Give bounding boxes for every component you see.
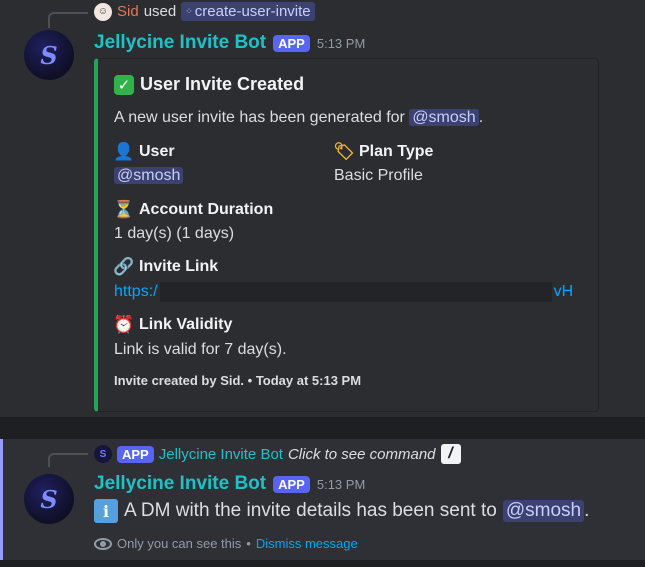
invite-embed: ✓ User Invite Created A new user invite … <box>94 58 599 412</box>
embed-title-text: User Invite Created <box>140 74 305 94</box>
embed-description: A new user invite has been generated for… <box>114 109 483 127</box>
redacted-link-block <box>159 282 552 302</box>
bot-username[interactable]: Jellycine Invite Bot <box>94 32 266 54</box>
embed-title: ✓ User Invite Created <box>114 74 304 95</box>
message-body: i A DM with the invite details has been … <box>94 499 589 523</box>
command-grid-icon: ⁘ <box>185 6 192 16</box>
click-to-see-command[interactable]: Click to see command <box>288 446 436 463</box>
bottom-divider <box>0 560 645 567</box>
invite-link[interactable]: https:/ vH <box>114 282 573 302</box>
only-you-text: Only you can see this <box>117 536 242 551</box>
slash-command-name: create-user-invite <box>194 3 311 20</box>
link-icon: 🔗 <box>113 257 135 276</box>
app-badge: APP <box>273 475 310 493</box>
reply-connector <box>48 453 88 467</box>
dismiss-message-link[interactable]: Dismiss message <box>256 536 358 551</box>
check-mark-icon: ✓ <box>114 74 134 95</box>
ephemeral-note: Only you can see this • Dismiss message <box>94 536 358 551</box>
field-plan-type-value: Basic Profile <box>334 167 423 184</box>
ephemeral-accent-bar <box>0 439 3 560</box>
app-badge-reply: APP <box>117 445 154 463</box>
note-separator: • <box>246 536 251 551</box>
field-link-validity-name: ⏰ Link Validity <box>113 315 233 335</box>
field-plan-type-name: 🏷 Plan Type <box>333 142 434 162</box>
field-link-validity-label: Link Validity <box>139 316 233 333</box>
reply-used-text: used <box>143 3 177 20</box>
field-account-duration-name: ⏳ Account Duration <box>113 200 274 220</box>
invite-link-start[interactable]: https:/ <box>114 283 158 300</box>
slash-command-icon: / <box>440 444 461 464</box>
message-header: Jellycine Invite Bot APP 5:13 PM <box>94 32 365 54</box>
app-badge: APP <box>273 34 310 52</box>
message-body-text: A DM with the invite details has been se… <box>124 500 497 521</box>
field-user-value: @smosh <box>114 167 184 185</box>
bot-mini-avatar-icon[interactable]: S <box>94 445 112 463</box>
bot-avatar[interactable]: S <box>24 474 74 524</box>
invite-link-end[interactable]: vH <box>554 283 574 300</box>
reply-username[interactable]: Sid <box>117 3 139 20</box>
interaction-reply-line[interactable]: S APP Jellycine Invite Bot Click to see … <box>94 444 461 464</box>
message-timestamp[interactable]: 5:13 PM <box>317 36 365 51</box>
hourglass-icon: ⏳ <box>113 200 135 219</box>
label-tag-icon: 🏷 <box>333 142 355 161</box>
field-plan-type-label: Plan Type <box>359 143 434 160</box>
embed-description-text: A new user invite has been generated for <box>114 109 405 126</box>
message-divider <box>0 417 645 439</box>
command-reply-line[interactable]: ☺ Sid used ⁘ create-user-invite <box>94 2 315 21</box>
message-header: Jellycine Invite Bot APP 5:13 PM <box>94 473 365 495</box>
ephemeral-bot-message: S APP Jellycine Invite Bot Click to see … <box>0 439 645 567</box>
field-user-label: User <box>139 143 175 160</box>
bot-message-invite-created: ☺ Sid used ⁘ create-user-invite S Jellyc… <box>0 0 645 417</box>
alarm-clock-icon: ⏰ <box>113 315 135 334</box>
message-body-period: . <box>584 500 590 521</box>
field-account-duration-label: Account Duration <box>139 201 274 218</box>
message-timestamp[interactable]: 5:13 PM <box>317 477 365 492</box>
field-invite-link-name: 🔗 Invite Link <box>113 257 219 277</box>
bot-avatar[interactable]: S <box>24 30 74 80</box>
slash-command-chip[interactable]: ⁘ create-user-invite <box>181 2 315 21</box>
user-mention-field[interactable]: @smosh <box>114 167 184 184</box>
user-mention[interactable]: @smosh <box>409 109 479 126</box>
field-link-validity-value: Link is valid for 7 day(s). <box>114 341 287 358</box>
reply-connector <box>48 12 88 28</box>
field-invite-link-label: Invite Link <box>139 258 219 275</box>
field-user-name: 👤 User <box>113 142 175 162</box>
reply-bot-name[interactable]: Jellycine Invite Bot <box>159 446 283 463</box>
user-mention[interactable]: @smosh <box>502 500 585 522</box>
bot-username[interactable]: Jellycine Invite Bot <box>94 473 266 495</box>
eye-icon <box>94 537 112 550</box>
information-icon: i <box>94 499 118 523</box>
sid-avatar-icon[interactable]: ☺ <box>94 2 112 21</box>
embed-footer: Invite created by Sid. • Today at 5:13 P… <box>114 373 362 388</box>
embed-description-period: . <box>478 109 484 126</box>
user-silhouette-icon: 👤 <box>113 142 135 161</box>
field-account-duration-value: 1 day(s) (1 days) <box>114 225 235 242</box>
